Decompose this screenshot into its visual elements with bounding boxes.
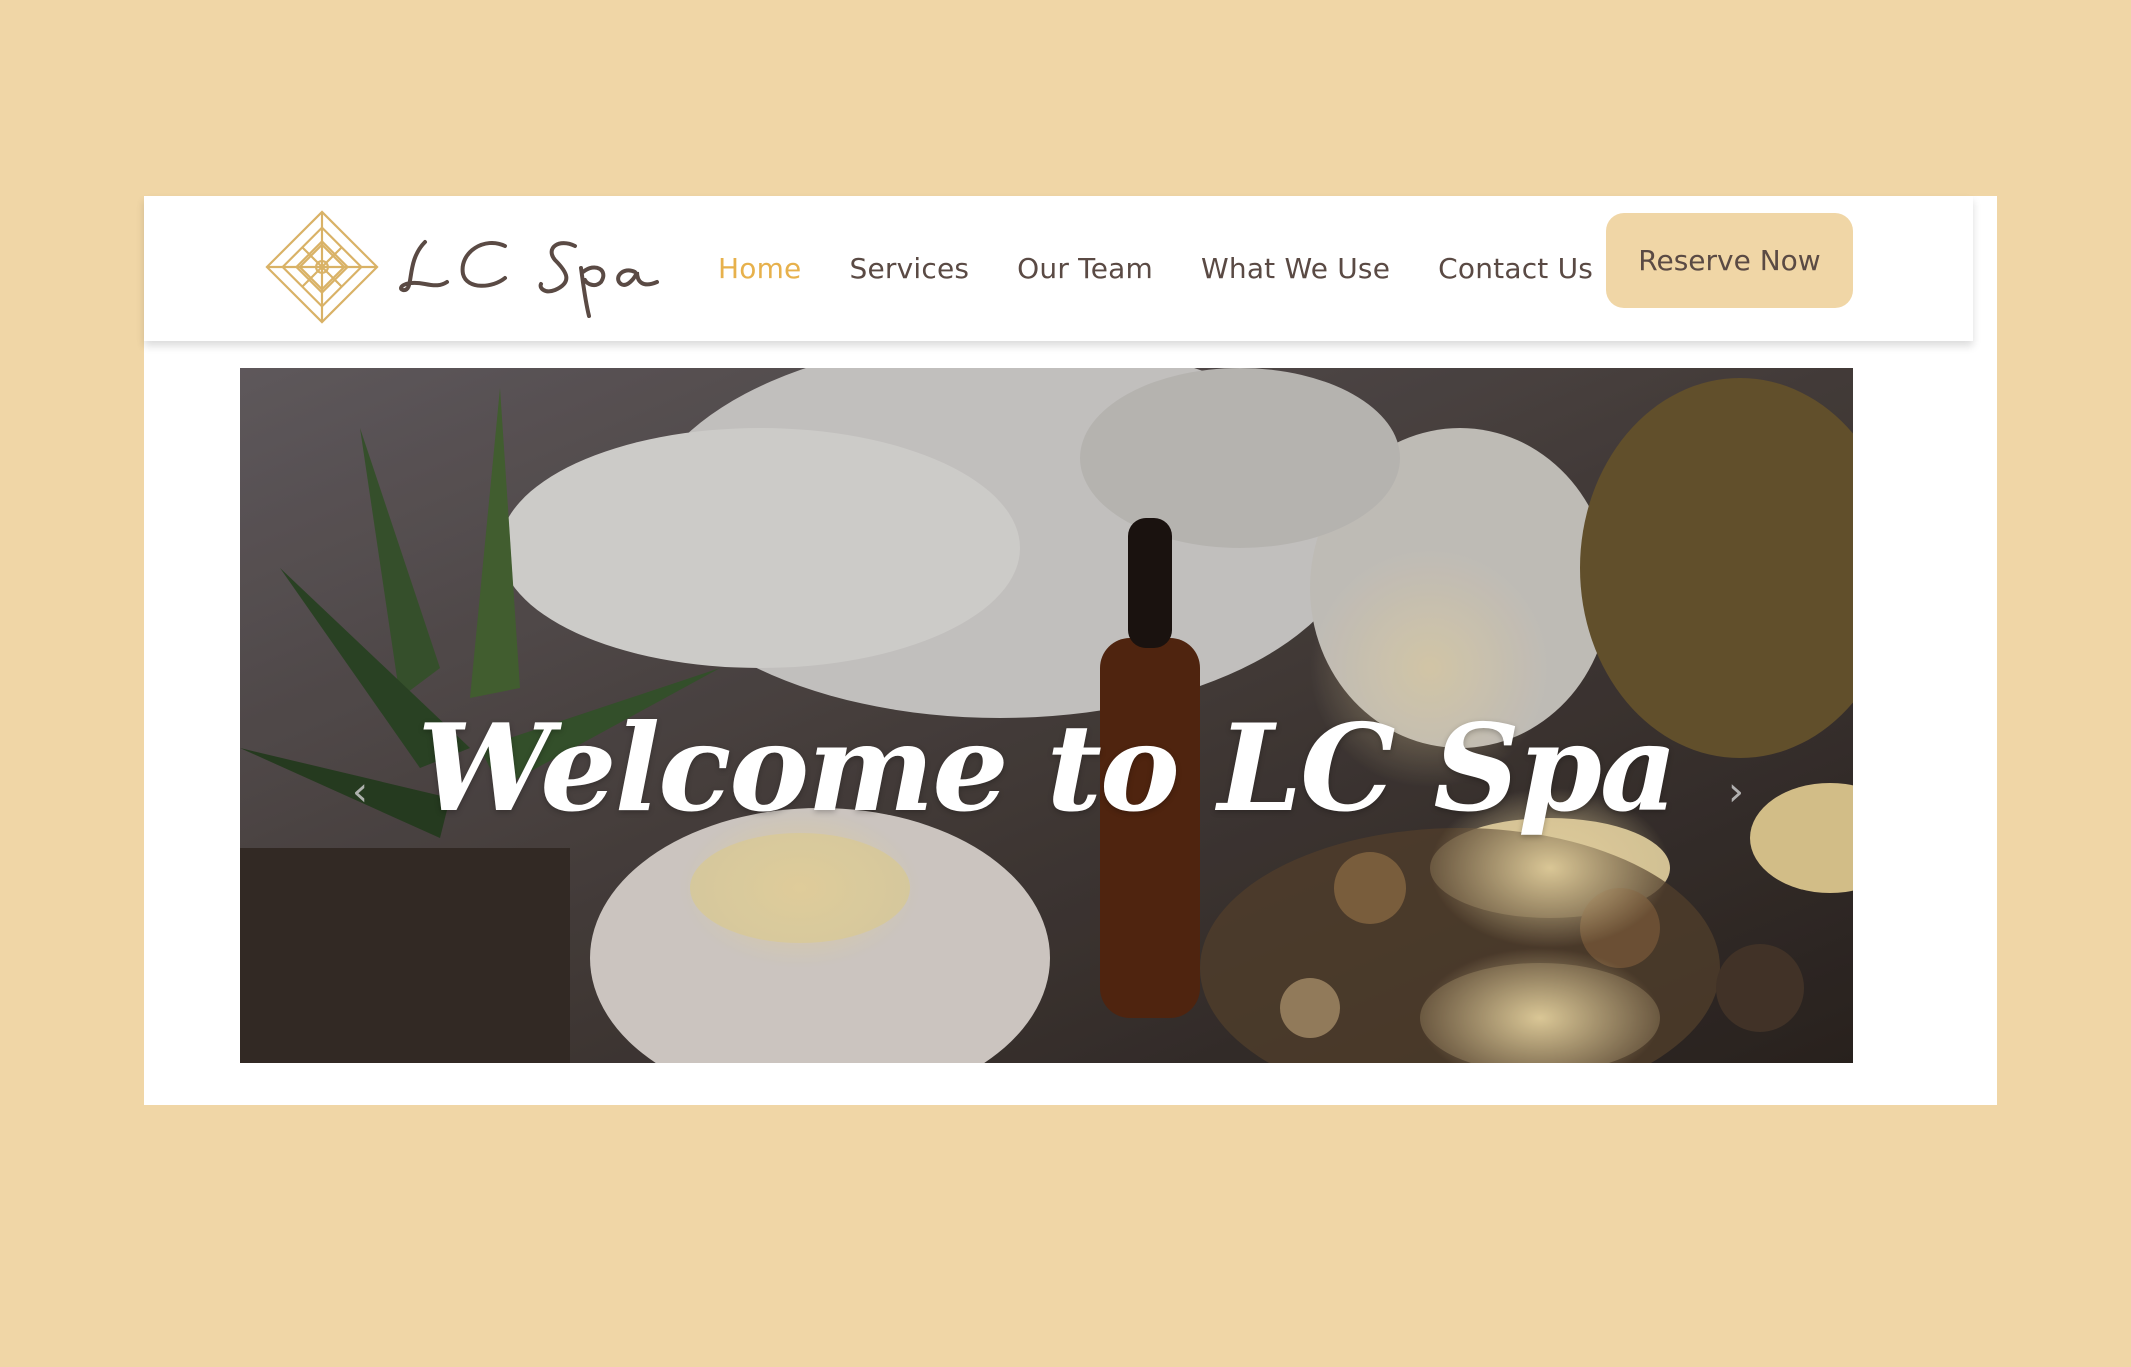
hero-title: Welcome to LC Spa xyxy=(417,698,1677,839)
hero-carousel: Welcome to LC Spa ‹ › xyxy=(240,368,1853,1063)
navbar: LC Spa Home Services Our Team What We Us… xyxy=(144,196,1973,341)
page-card: LC Spa Home Services Our Team What We Us… xyxy=(144,196,1997,1105)
brand-logo[interactable]: LC Spa xyxy=(263,204,683,330)
chevron-right-icon[interactable]: › xyxy=(1716,772,1756,812)
main-nav: Home Services Our Team What We Use Conta… xyxy=(718,196,1641,341)
nav-item-what-we-use[interactable]: What We Use xyxy=(1201,252,1390,285)
nav-item-our-team[interactable]: Our Team xyxy=(1017,252,1153,285)
nav-item-services[interactable]: Services xyxy=(850,252,970,285)
geometric-diamond-knot-icon xyxy=(265,210,379,324)
brand-wordmark xyxy=(399,240,659,318)
nav-item-home[interactable]: Home xyxy=(718,252,802,285)
reserve-now-button[interactable]: Reserve Now xyxy=(1606,213,1853,308)
chevron-left-icon[interactable]: ‹ xyxy=(340,772,380,812)
nav-item-contact-us[interactable]: Contact Us xyxy=(1438,252,1593,285)
